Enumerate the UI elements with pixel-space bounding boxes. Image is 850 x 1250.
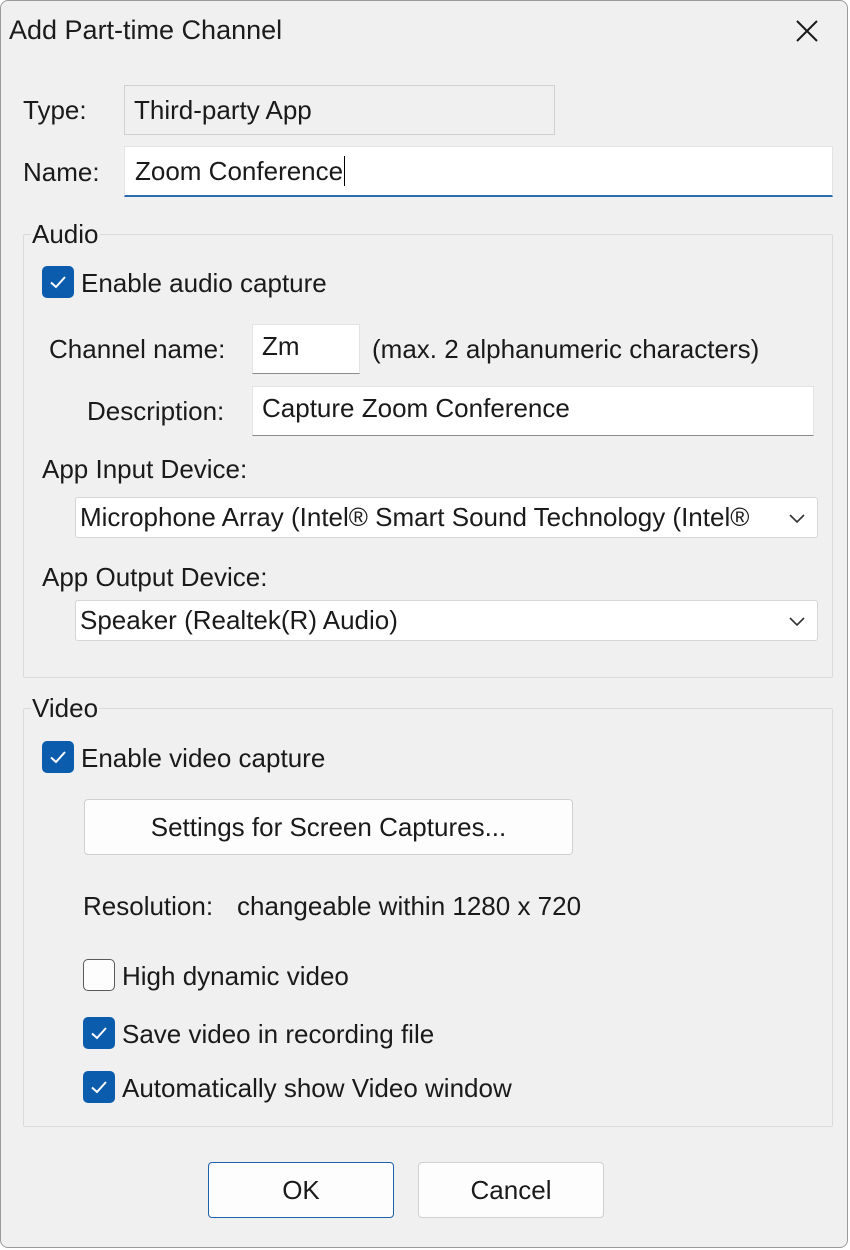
high-dynamic-video-label[interactable]: High dynamic video bbox=[122, 961, 349, 992]
app-output-device-label: App Output Device: bbox=[42, 562, 268, 592]
checkmark-icon bbox=[50, 276, 66, 289]
type-label: Type: bbox=[23, 95, 87, 125]
type-field: Third-party App bbox=[124, 85, 555, 135]
auto-show-video-label[interactable]: Automatically show Video window bbox=[122, 1073, 512, 1104]
add-part-time-channel-dialog: Add Part-time Channel Type: Third-party … bbox=[0, 0, 848, 1248]
name-value: Zoom Conference bbox=[135, 155, 344, 186]
checkmark-icon bbox=[91, 1081, 107, 1094]
dialog-title: Add Part-time Channel bbox=[9, 15, 283, 45]
audio-group-title: Audio bbox=[31, 219, 100, 250]
chevron-down-icon bbox=[789, 514, 805, 524]
enable-video-checkbox[interactable] bbox=[42, 741, 74, 773]
app-output-device-value: Speaker (Realtek(R) Audio) bbox=[80, 605, 398, 635]
enable-audio-label[interactable]: Enable audio capture bbox=[81, 268, 327, 299]
cancel-button[interactable]: Cancel bbox=[418, 1162, 604, 1218]
type-value: Third-party App bbox=[134, 94, 312, 125]
description-input[interactable]: Capture Zoom Conference bbox=[252, 386, 814, 436]
name-label: Name: bbox=[23, 157, 100, 187]
channel-name-label: Channel name: bbox=[49, 334, 226, 364]
channel-name-input[interactable]: Zm bbox=[252, 324, 360, 374]
high-dynamic-video-checkbox[interactable] bbox=[83, 959, 115, 991]
resolution-value: changeable within 1280 x 720 bbox=[237, 891, 582, 921]
save-video-label[interactable]: Save video in recording file bbox=[122, 1019, 434, 1050]
app-input-device-select[interactable]: Microphone Array (Intel® Smart Sound Tec… bbox=[75, 497, 818, 538]
auto-show-video-checkbox[interactable] bbox=[83, 1071, 115, 1103]
app-output-device-select[interactable]: Speaker (Realtek(R) Audio) bbox=[75, 600, 818, 641]
channel-name-value: Zm bbox=[262, 330, 300, 361]
checkmark-icon bbox=[91, 1027, 107, 1040]
ok-button[interactable]: OK bbox=[208, 1162, 394, 1218]
video-group-title: Video bbox=[31, 693, 100, 724]
app-input-device-value: Microphone Array (Intel® Smart Sound Tec… bbox=[80, 502, 750, 532]
app-input-device-label: App Input Device: bbox=[42, 454, 248, 484]
checkmark-icon bbox=[50, 751, 66, 764]
text-caret bbox=[344, 156, 346, 186]
channel-name-hint: (max. 2 alphanumeric characters) bbox=[372, 334, 760, 364]
save-video-checkbox[interactable] bbox=[83, 1017, 115, 1049]
chevron-down-icon bbox=[789, 617, 805, 627]
settings-screen-captures-button[interactable]: Settings for Screen Captures... bbox=[84, 799, 573, 855]
close-button[interactable] bbox=[781, 5, 833, 57]
close-icon bbox=[796, 20, 818, 42]
resolution-label: Resolution: bbox=[83, 891, 214, 921]
name-input[interactable]: Zoom Conference bbox=[124, 146, 833, 197]
description-value: Capture Zoom Conference bbox=[262, 392, 570, 423]
enable-video-label[interactable]: Enable video capture bbox=[81, 743, 325, 774]
enable-audio-checkbox[interactable] bbox=[42, 266, 74, 298]
description-label: Description: bbox=[87, 396, 225, 426]
